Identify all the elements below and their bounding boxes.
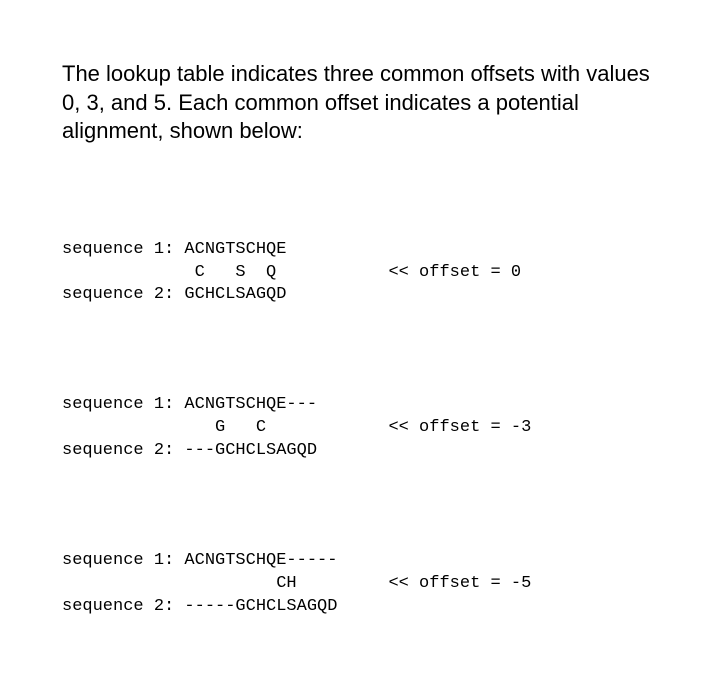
match-line: C S Q << offset = 0 xyxy=(62,263,521,282)
alignment-block: sequence 1: ACNGTSCHQE C S Q << offset =… xyxy=(62,216,670,308)
sequence-line: sequence 2: ---GCHCLSAGQD xyxy=(62,441,317,460)
alignment-block: sequence 1: ACNGTSCHQE--- G C << offset … xyxy=(62,371,670,463)
sequence-line: sequence 1: ACNGTSCHQE----- xyxy=(62,551,337,570)
sequence-line: sequence 2: -----GCHCLSAGQD xyxy=(62,597,337,616)
match-line: CH << offset = -5 xyxy=(62,574,531,593)
intro-paragraph: The lookup table indicates three common … xyxy=(62,60,670,146)
alignment-block: sequence 1: ACNGTSCHQE----- CH << offset… xyxy=(62,527,670,619)
document-page: The lookup table indicates three common … xyxy=(0,0,720,683)
alignment-listing: sequence 1: ACNGTSCHQE C S Q << offset =… xyxy=(62,170,670,683)
match-line: G C << offset = -3 xyxy=(62,418,531,437)
sequence-line: sequence 1: ACNGTSCHQE xyxy=(62,240,286,259)
sequence-line: sequence 1: ACNGTSCHQE--- xyxy=(62,395,317,414)
sequence-line: sequence 2: GCHCLSAGQD xyxy=(62,285,286,304)
